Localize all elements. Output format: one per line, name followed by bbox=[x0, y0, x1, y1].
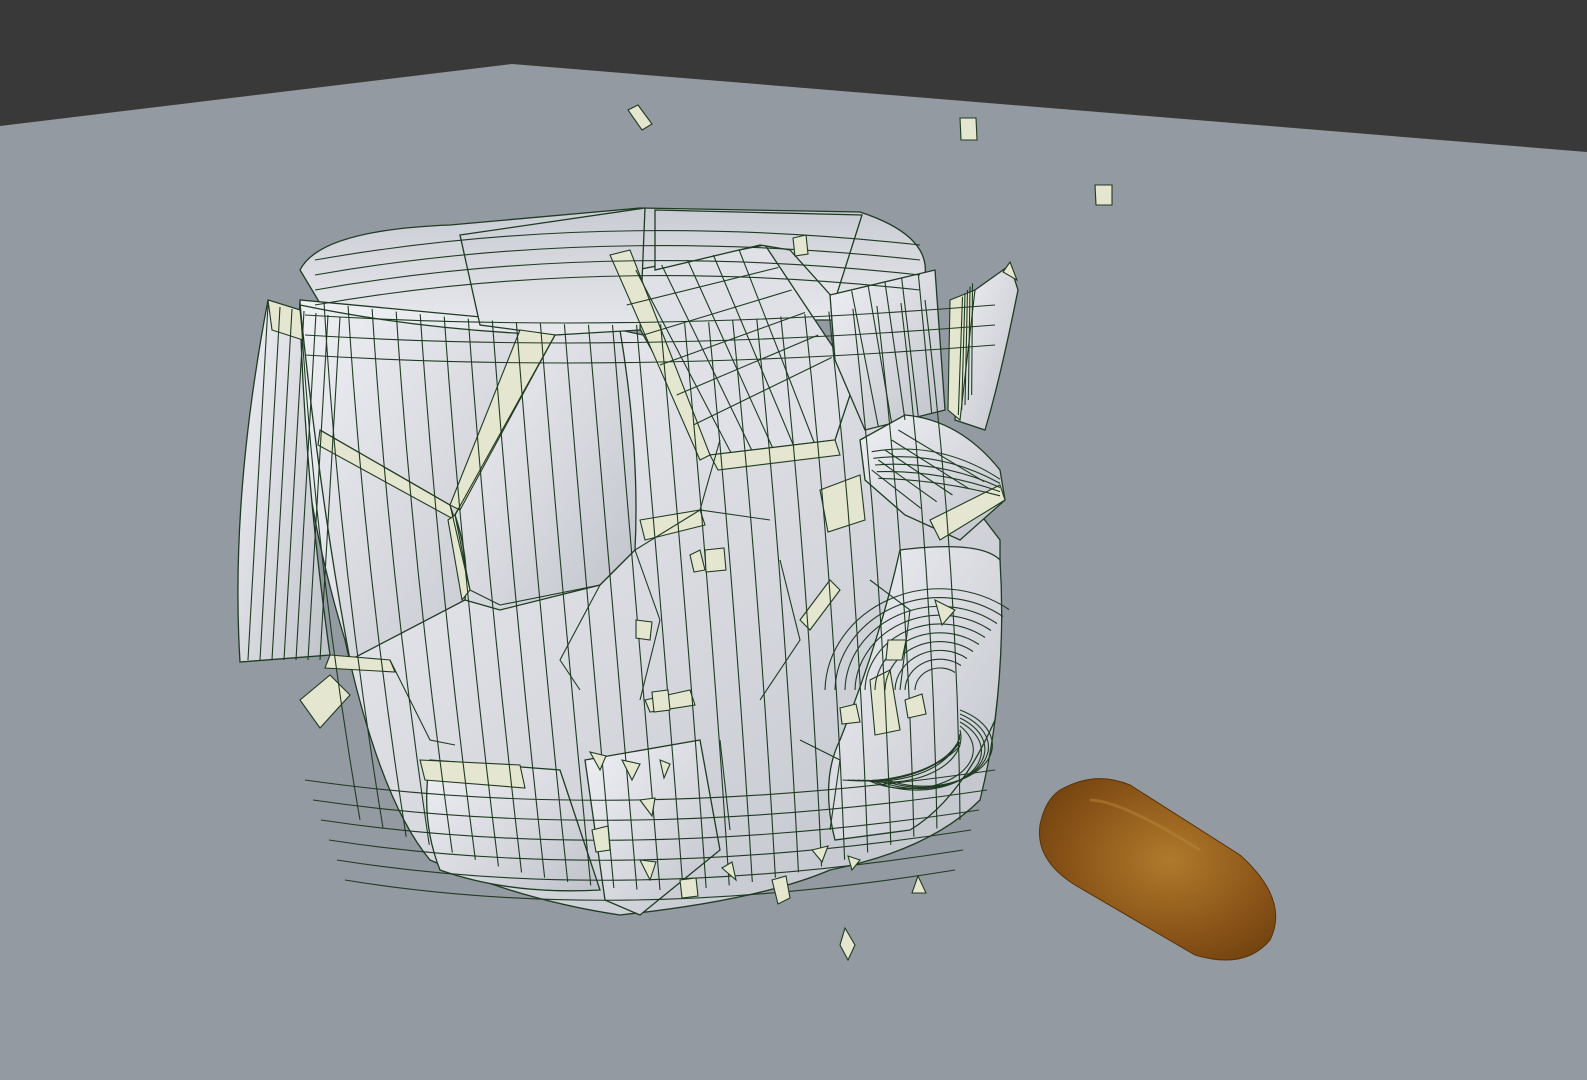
3d-viewport[interactable] bbox=[0, 0, 1587, 1080]
debris-piece bbox=[885, 639, 907, 661]
debris-piece bbox=[959, 117, 978, 141]
viewport-scene[interactable] bbox=[0, 0, 1587, 1080]
debris-piece bbox=[679, 877, 699, 899]
debris-piece bbox=[635, 619, 653, 641]
debris-piece bbox=[651, 689, 671, 713]
debris-piece bbox=[704, 547, 727, 573]
debris-piece bbox=[1094, 184, 1113, 206]
debris-piece bbox=[792, 234, 809, 257]
debris-piece bbox=[839, 703, 861, 725]
